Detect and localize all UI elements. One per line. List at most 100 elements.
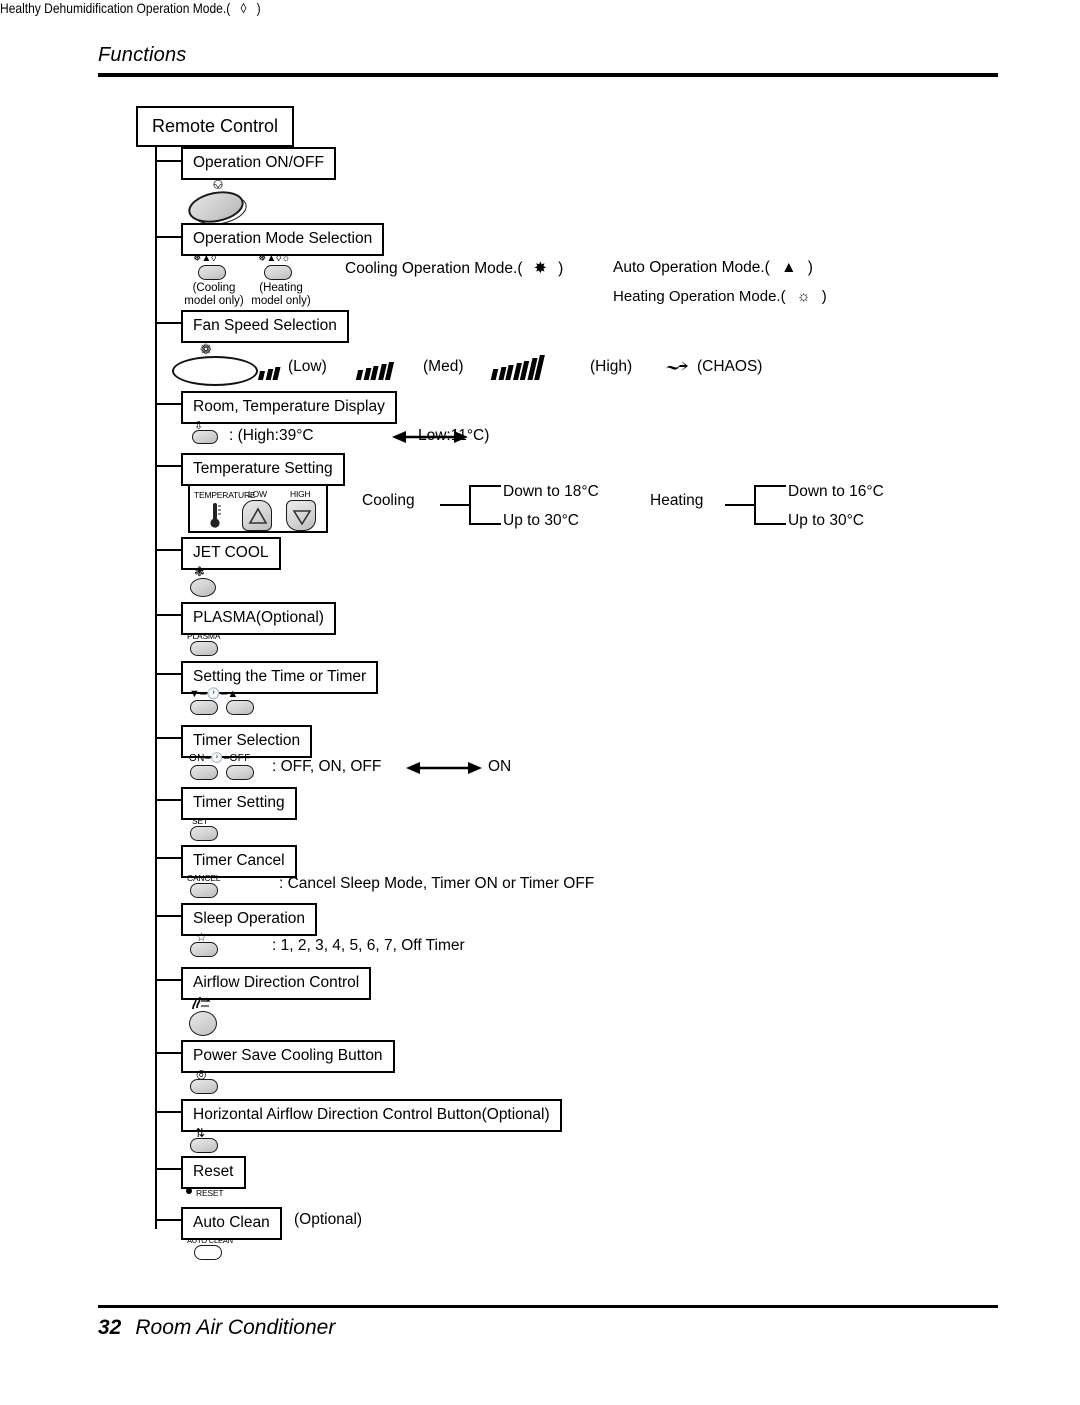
heating-mode-glyphs-icon: ❅▲◊☼ xyxy=(258,253,291,264)
node-horizontal-airflow-direction: Horizontal Airflow Direction Control But… xyxy=(181,1099,562,1132)
cooling-up-to: Up to 30°C xyxy=(503,512,579,529)
cooling-mode-glyphs-icon: ❅▲◊ xyxy=(193,253,217,264)
reset-dot-icon xyxy=(186,1188,192,1194)
connector-stub xyxy=(155,1111,181,1113)
timer-on-off-glyph-row-icon: ON–🕐–OFF xyxy=(189,753,251,764)
node-operation-mode-selection: Operation Mode Selection xyxy=(181,223,385,256)
node-remote-control: Remote Control xyxy=(136,106,295,147)
connector-stub xyxy=(155,1168,181,1170)
connector-stub xyxy=(155,737,181,739)
timer-selection-sequence-end: ON xyxy=(488,758,512,775)
plasma-button[interactable] xyxy=(190,641,218,656)
operation-mode-button-cooling[interactable] xyxy=(198,265,226,280)
heating-operation-mode-note: Heating Operation Mode.( ☼ ) xyxy=(613,288,827,305)
power-symbol-icon: ⎉ xyxy=(212,176,225,193)
plasma-button-label: PLASMA xyxy=(187,631,221,641)
timer-off-button[interactable] xyxy=(226,765,254,780)
sun-icon: ☼ xyxy=(796,288,811,305)
node-reset: Reset xyxy=(181,1156,246,1189)
sleep-operation-note: : 1, 2, 3, 4, 5, 6, 7, Off Timer xyxy=(272,937,465,954)
temperature-up-button[interactable] xyxy=(242,500,272,531)
temperature-low-label: LOW xyxy=(248,489,267,499)
cooling-branch-connector xyxy=(440,485,504,527)
auto-clean-optional-note: (Optional) xyxy=(294,1211,363,1228)
connector-stub xyxy=(155,857,181,859)
time-up-button[interactable] xyxy=(226,700,254,715)
fan-speed-chaos-label: (CHAOS) xyxy=(697,358,763,375)
time-timer-glyph-row-icon: ▼–🕐–▲ xyxy=(189,688,239,700)
tree-trunk-line xyxy=(155,139,157,1229)
timer-cancel-button[interactable] xyxy=(190,883,218,898)
double-arrow-icon xyxy=(406,760,482,781)
node-temperature-setting: Temperature Setting xyxy=(181,453,345,486)
heating-branch-label: Heating xyxy=(650,492,704,509)
operation-mode-button-heating[interactable] xyxy=(264,265,292,280)
cooling-operation-mode-note: Cooling Operation Mode.( ✸ ) xyxy=(345,260,564,277)
chaos-icon xyxy=(664,358,690,379)
sleep-operation-button[interactable] xyxy=(190,942,218,957)
auto-clean-button-label: AUTO CLEAN xyxy=(187,1236,233,1245)
cooling-down-to: Down to 18°C xyxy=(503,483,599,500)
footer-divider xyxy=(98,1305,998,1308)
power-save-cooling-button[interactable] xyxy=(190,1079,218,1094)
fan-speed-low-label: (Low) xyxy=(288,358,327,375)
fan-speed-bars-low xyxy=(257,364,281,380)
fan-speed-high-label: (High) xyxy=(590,358,633,375)
connector-stub xyxy=(155,549,181,551)
fan-speed-bars-med xyxy=(355,360,395,380)
button-cap xyxy=(185,186,247,228)
dehumidification-operation-mode-note: Healthy Dehumidification Operation Mode.… xyxy=(0,0,261,16)
fan-speed-button[interactable] xyxy=(172,356,258,386)
product-name: Room Air Conditioner xyxy=(135,1316,336,1339)
connector-stub xyxy=(155,1219,181,1221)
timer-set-button-label: SET xyxy=(192,816,208,826)
connector-stub xyxy=(155,322,181,324)
connector-stub xyxy=(155,236,181,238)
node-power-save-cooling: Power Save Cooling Button xyxy=(181,1040,395,1073)
jet-cool-swirl-icon: ❃ xyxy=(194,564,205,579)
operation-on-off-button[interactable] xyxy=(185,186,250,229)
page-footer: 32 Room Air Conditioner xyxy=(98,1305,998,1340)
node-fan-speed-selection: Fan Speed Selection xyxy=(181,310,349,343)
page-number: 32 xyxy=(98,1316,122,1339)
connector-stub xyxy=(155,614,181,616)
node-operation-on-off: Operation ON/OFF xyxy=(181,147,336,180)
temperature-high-label: HIGH xyxy=(290,489,311,499)
time-down-button[interactable] xyxy=(190,700,218,715)
room-temperature-display-button[interactable] xyxy=(192,430,218,444)
thermometer-icon xyxy=(208,501,222,534)
heating-model-caption: (Heating model only) xyxy=(251,282,311,307)
timer-cancel-note: : Cancel Sleep Mode, Timer ON or Timer O… xyxy=(279,875,595,892)
connector-stub xyxy=(155,403,181,405)
fan-speed-med-label: (Med) xyxy=(423,358,464,375)
heating-branch-connector xyxy=(725,485,789,527)
connector-stub xyxy=(155,979,181,981)
timer-selection-sequence: : OFF, ON, OFF xyxy=(272,758,382,775)
auto-clean-button[interactable] xyxy=(194,1245,222,1260)
footer-text: 32 Room Air Conditioner xyxy=(98,1316,998,1340)
connector-stub xyxy=(155,673,181,675)
timer-on-button[interactable] xyxy=(190,765,218,780)
horizontal-airflow-button[interactable] xyxy=(190,1138,218,1153)
fan-speed-bars-high xyxy=(490,354,545,380)
remote-control-function-tree: Remote Control Operation ON/OFF ⎉ Operat… xyxy=(0,0,1080,1405)
connector-stub xyxy=(155,160,181,162)
cooling-branch-label: Cooling xyxy=(362,492,415,509)
connector-stub xyxy=(155,915,181,917)
node-timer-setting: Timer Setting xyxy=(181,787,297,820)
temperature-setting-panel: TEMPERATURE LOW HIGH xyxy=(188,484,328,533)
auto-operation-mode-note: Auto Operation Mode.( ▲ ) xyxy=(613,259,813,276)
droplet-icon: ◊ xyxy=(240,0,247,16)
node-plasma: PLASMA(Optional) xyxy=(181,602,336,635)
timer-set-button[interactable] xyxy=(190,826,218,841)
temperature-down-button[interactable] xyxy=(286,500,316,531)
jet-cool-button[interactable] xyxy=(190,578,216,597)
temperature-panel-label: TEMPERATURE xyxy=(194,490,256,500)
connector-stub xyxy=(155,465,181,467)
node-auto-clean: Auto Clean xyxy=(181,1207,282,1240)
auto-triangle-icon: ▲ xyxy=(781,259,797,276)
node-room-temperature-display: Room, Temperature Display xyxy=(181,391,397,424)
airflow-direction-button[interactable] xyxy=(189,1011,217,1036)
connector-stub xyxy=(155,799,181,801)
reset-button-label[interactable]: RESET xyxy=(196,1188,224,1198)
